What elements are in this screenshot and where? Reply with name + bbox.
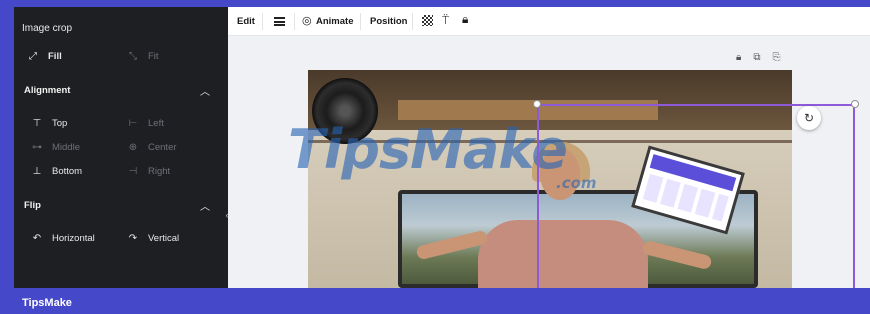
footer-brand: TipsMake xyxy=(22,297,72,309)
align-left-button[interactable]: ⊢ Left xyxy=(126,118,164,129)
footer-bar: TipsMake xyxy=(0,288,870,314)
flip-horizontal-icon: ↶ xyxy=(32,233,42,244)
expand-icon: ⤢ xyxy=(29,51,37,62)
image-crop-panel: Image crop ⤢ Fill ⤡ Fit Alignment ︿ ⊤ To… xyxy=(14,7,228,288)
align-top-button[interactable]: ⊤ Top xyxy=(30,118,68,129)
fill-button[interactable]: ⤢ Fill xyxy=(26,51,62,62)
flip-horizontal-button[interactable]: ↶ Horizontal xyxy=(30,233,95,244)
alignment-heading: Alignment xyxy=(24,85,71,96)
rotate-button[interactable]: ↻ xyxy=(797,106,821,130)
align-top-icon: ⊤ xyxy=(32,118,42,129)
fill-label: Fill xyxy=(48,51,62,62)
align-middle-icon: ⊶ xyxy=(32,142,42,153)
align-right-label: Right xyxy=(148,166,171,177)
shrink-icon: ⤡ xyxy=(129,51,137,62)
crop-handle-top-right[interactable] xyxy=(851,100,859,108)
align-bottom-icon: ⊥ xyxy=(32,166,42,177)
align-center-label: Center xyxy=(148,142,177,153)
crop-handle-top-left[interactable] xyxy=(533,100,541,108)
align-middle-label: Middle xyxy=(52,142,80,153)
divider xyxy=(294,13,295,30)
transparency-icon[interactable] xyxy=(422,15,433,26)
divider xyxy=(262,13,263,30)
lock-icon[interactable]: 🔒︎ xyxy=(462,12,468,27)
align-right-button[interactable]: ⊣ Right xyxy=(126,166,171,177)
align-left-icon: ⊢ xyxy=(128,118,138,129)
watermark: TipsMake xyxy=(288,118,568,181)
fit-label: Fit xyxy=(148,51,159,62)
align-center-icon: ⊕ xyxy=(128,142,138,153)
edit-button[interactable]: Edit xyxy=(237,16,255,27)
canvas-actions: 🔒︎ ⧉ ⎘ xyxy=(736,52,780,63)
align-left-label: Left xyxy=(148,118,164,129)
flip-heading: Flip xyxy=(24,200,41,211)
divider xyxy=(412,13,413,30)
menu-lines-icon[interactable] xyxy=(274,17,285,26)
paint-roller-icon[interactable]: ⍡ xyxy=(442,13,449,28)
flip-vertical-label: Vertical xyxy=(148,233,180,244)
align-bottom-label: Bottom xyxy=(52,166,83,177)
fit-button[interactable]: ⤡ Fit xyxy=(126,51,159,62)
align-middle-button[interactable]: ⊶ Middle xyxy=(30,142,80,153)
crop-selection[interactable] xyxy=(537,104,855,294)
align-bottom-button[interactable]: ⊥ Bottom xyxy=(30,166,82,177)
align-center-button[interactable]: ⊕ Center xyxy=(126,142,177,153)
flip-horizontal-label: Horizontal xyxy=(52,233,95,244)
align-right-icon: ⊣ xyxy=(128,166,138,177)
panel-title: Image crop xyxy=(22,23,73,34)
editor-toolbar: Edit ◎ Animate Position ⍡ 🔒︎ xyxy=(228,7,870,36)
animate-icon: ◎ xyxy=(302,15,312,27)
position-button[interactable]: Position xyxy=(370,16,407,27)
frame-left xyxy=(0,0,14,314)
add-page-icon[interactable]: ⎘ xyxy=(772,52,780,63)
duplicate-icon[interactable]: ⧉ xyxy=(753,52,760,63)
align-top-label: Top xyxy=(52,118,68,129)
rotate-icon: ↻ xyxy=(803,111,815,125)
animate-button[interactable]: Animate xyxy=(316,16,353,27)
flip-vertical-icon: ↷ xyxy=(128,233,138,244)
flip-vertical-button[interactable]: ↷ Vertical xyxy=(126,233,179,244)
divider xyxy=(360,13,361,30)
lock-icon[interactable]: 🔒︎ xyxy=(736,52,741,63)
chevron-up-icon[interactable]: ︿ xyxy=(200,198,210,213)
chevron-up-icon[interactable]: ︿ xyxy=(200,83,210,98)
frame-top xyxy=(0,0,870,7)
